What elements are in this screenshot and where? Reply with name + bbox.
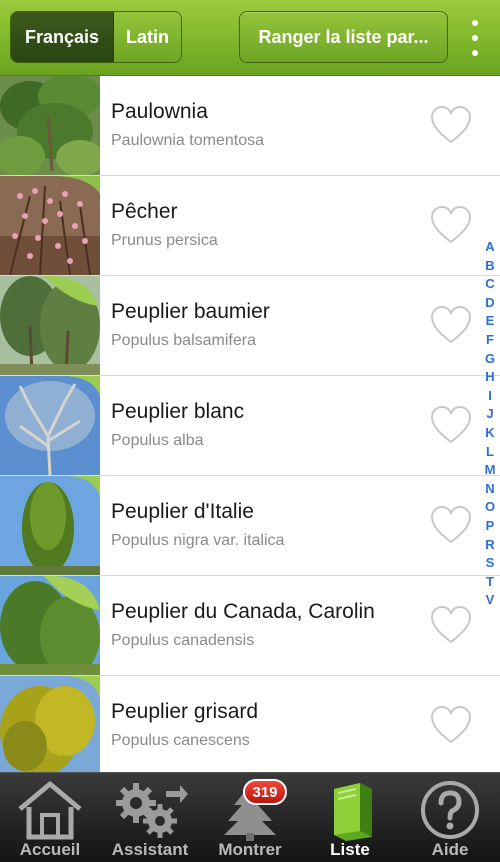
list-item[interactable]: Pêcher Prunus persica: [0, 176, 500, 276]
heart-icon[interactable]: [430, 605, 472, 647]
heart-icon[interactable]: [430, 205, 472, 247]
tab-label: Montrer: [218, 840, 282, 859]
common-name: Peuplier d'Italie: [111, 500, 254, 523]
tree-thumbnail: [0, 176, 100, 275]
tab-liste[interactable]: Liste: [300, 773, 400, 862]
tree-thumbnail: [0, 676, 100, 772]
list-item[interactable]: Peuplier grisard Populus canescens: [0, 676, 500, 772]
latin-name: Populus nigra var. italica: [111, 532, 285, 549]
index-letter[interactable]: H: [485, 368, 494, 387]
book-icon: [334, 783, 372, 841]
house-icon: [18, 781, 82, 840]
tree-thumbnail: [0, 376, 100, 475]
list-item[interactable]: Peuplier du Canada, Carolin Populus cana…: [0, 576, 500, 676]
tab-assistant[interactable]: Assistant: [100, 773, 200, 862]
index-letter[interactable]: G: [485, 350, 495, 369]
common-name: Peuplier du Canada, Carolin: [111, 600, 375, 623]
index-letter[interactable]: M: [485, 461, 496, 480]
heart-icon[interactable]: [430, 405, 472, 447]
heart-icon[interactable]: [430, 705, 472, 747]
latin-name: Paulownia tomentosa: [111, 132, 264, 149]
common-name: Peuplier blanc: [111, 400, 245, 423]
tab-label: Aide: [431, 840, 469, 859]
heart-icon[interactable]: [430, 505, 472, 547]
index-letter[interactable]: B: [485, 257, 494, 276]
tree-thumbnail: [0, 76, 100, 175]
language-toggle: Français Latin: [10, 11, 182, 63]
index-letter[interactable]: V: [486, 591, 495, 610]
index-letter[interactable]: I: [488, 387, 492, 406]
tab-accueil[interactable]: Accueil: [0, 773, 100, 862]
index-letter[interactable]: A: [485, 238, 494, 257]
sort-list-button[interactable]: Ranger la liste par...: [239, 11, 448, 63]
index-letter[interactable]: L: [486, 443, 494, 462]
top-bar: Français Latin Ranger la liste par...: [0, 0, 500, 76]
list-item[interactable]: Peuplier blanc Populus alba: [0, 376, 500, 476]
list-item[interactable]: Paulownia Paulownia tomentosa: [0, 76, 500, 176]
latin-name: Populus canadensis: [111, 632, 255, 649]
tree-thumbnail: [0, 576, 100, 675]
tab-latin[interactable]: Latin: [114, 12, 181, 62]
index-letter[interactable]: E: [486, 312, 495, 331]
index-letter[interactable]: P: [486, 517, 495, 536]
latin-name: Populus canescens: [111, 732, 250, 749]
montrer-count-badge: 319: [243, 779, 287, 805]
common-name: Peuplier grisard: [111, 700, 259, 723]
alphabet-index: A B C D E F G H I J K L M N O P R S T V: [481, 238, 499, 610]
common-name: Pêcher: [111, 200, 178, 223]
index-letter[interactable]: T: [486, 573, 494, 592]
index-letter[interactable]: R: [485, 536, 494, 555]
gears-icon: [116, 783, 188, 838]
index-letter[interactable]: O: [485, 498, 495, 517]
tab-label: Assistant: [111, 840, 189, 859]
tab-label: Liste: [330, 840, 370, 859]
common-name: Paulownia: [111, 100, 208, 123]
tree-thumbnail: [0, 276, 100, 375]
latin-name: Populus balsamifera: [111, 332, 256, 349]
heart-icon[interactable]: [430, 105, 472, 147]
tree-thumbnail: [0, 476, 100, 575]
list-item[interactable]: Peuplier d'Italie Populus nigra var. ita…: [0, 476, 500, 576]
common-name: Peuplier baumier: [111, 300, 270, 323]
tab-aide[interactable]: Aide: [400, 773, 500, 862]
question-mark-icon: [421, 781, 479, 839]
index-letter[interactable]: F: [486, 331, 494, 350]
tab-francais[interactable]: Français: [11, 12, 114, 62]
list-item[interactable]: Peuplier baumier Populus balsamifera: [0, 276, 500, 376]
tab-label: Accueil: [19, 840, 81, 859]
index-letter[interactable]: C: [485, 275, 494, 294]
latin-name: Prunus persica: [111, 232, 218, 249]
tree-list: Paulownia Paulownia tomentosa Pêcher Pru…: [0, 76, 500, 772]
index-letter[interactable]: J: [486, 405, 493, 424]
index-letter[interactable]: K: [485, 424, 494, 443]
index-letter[interactable]: S: [486, 554, 495, 573]
heart-icon[interactable]: [430, 305, 472, 347]
index-letter[interactable]: D: [485, 294, 494, 313]
vertical-dots-icon[interactable]: [464, 20, 486, 56]
index-letter[interactable]: N: [485, 480, 494, 499]
latin-name: Populus alba: [111, 432, 204, 449]
